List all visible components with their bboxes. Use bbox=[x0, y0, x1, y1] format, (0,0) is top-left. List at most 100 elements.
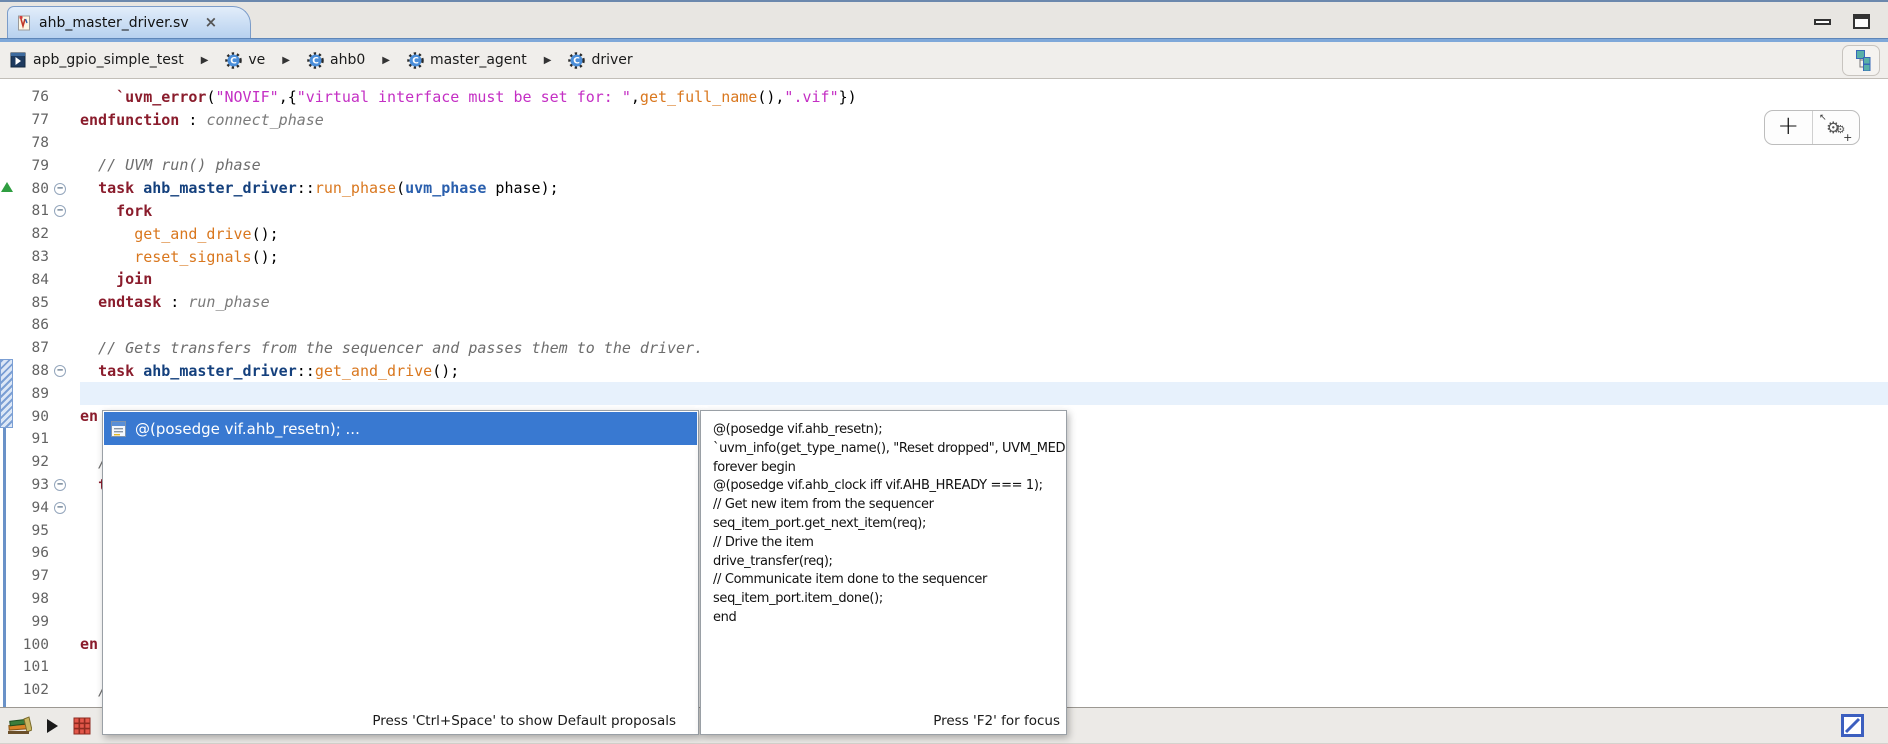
proposal-preview-popup: @(posedge vif.ahb_resetn);`uvm_info(get_… bbox=[700, 410, 1067, 735]
library-icon[interactable] bbox=[8, 716, 32, 736]
annotation-ruler-cell bbox=[0, 679, 12, 702]
annotation-ruler-cell bbox=[0, 291, 12, 314]
annotation-ruler-cell bbox=[0, 109, 12, 132]
line-number: 100 bbox=[12, 637, 54, 653]
breadcrumb-label: ve bbox=[248, 52, 265, 68]
settings-button[interactable]: ↖⚙⚙+ bbox=[1812, 111, 1860, 144]
annotation-ruler-cell bbox=[0, 542, 12, 565]
code-line-76[interactable]: 76 `uvm_error("NOVIF",{"virtual interfac… bbox=[0, 86, 1888, 109]
module-icon bbox=[10, 52, 26, 68]
code-line-86[interactable]: 86 bbox=[0, 314, 1888, 337]
annotation-ruler-cell bbox=[0, 519, 12, 542]
breadcrumb-label: ahb0 bbox=[330, 52, 365, 68]
code-text: get_and_drive(); bbox=[72, 223, 1888, 246]
breadcrumb-separator-icon: ▶ bbox=[201, 55, 209, 66]
add-button[interactable]: + bbox=[1765, 111, 1812, 144]
code-text: fork bbox=[72, 200, 1888, 223]
tab-close-icon[interactable]: × bbox=[205, 15, 218, 30]
fold-ruler-cell: − bbox=[54, 502, 72, 514]
breadcrumb-item-driver[interactable]: Cdriver bbox=[568, 52, 632, 69]
annotation-ruler-cell bbox=[0, 633, 12, 656]
breadcrumb: apb_gpio_simple_test ▶ Cve ▶ Cahb0 ▶ Cmaster_a… bbox=[0, 42, 1888, 79]
code-line-81[interactable]: 81− fork bbox=[0, 200, 1888, 223]
code-line-77[interactable]: 77endfunction : connect_phase bbox=[0, 109, 1888, 132]
line-number: 96 bbox=[12, 545, 54, 561]
code-text: endfunction : connect_phase bbox=[72, 109, 1888, 132]
gears-icon: ↖⚙⚙+ bbox=[1826, 120, 1845, 136]
code-line-84[interactable]: 84 join bbox=[0, 268, 1888, 291]
collapse-icon[interactable]: − bbox=[54, 365, 66, 377]
restore-view-icon[interactable] bbox=[1841, 714, 1864, 737]
line-number: 78 bbox=[12, 135, 54, 151]
line-number: 88 bbox=[12, 363, 54, 379]
annotation-ruler-cell bbox=[0, 496, 12, 519]
line-number: 98 bbox=[12, 591, 54, 607]
line-number: 91 bbox=[12, 431, 54, 447]
range-indicator-line bbox=[3, 428, 6, 707]
code-line-82[interactable]: 82 get_and_drive(); bbox=[0, 223, 1888, 246]
preview-code-line: end bbox=[713, 609, 1066, 628]
code-line-87[interactable]: 87 // Gets transfers from the sequencer … bbox=[0, 337, 1888, 360]
minimize-view-icon[interactable] bbox=[1814, 19, 1831, 25]
collapse-icon[interactable]: − bbox=[54, 479, 66, 491]
svg-text:C: C bbox=[574, 56, 581, 66]
code-text: task ahb_master_driver::run_phase(uvm_ph… bbox=[72, 177, 1888, 200]
line-number: 76 bbox=[12, 89, 54, 105]
annotation-ruler-cell bbox=[0, 314, 12, 337]
fold-ruler-cell: − bbox=[54, 365, 72, 377]
code-line-80[interactable]: 80− task ahb_master_driver::run_phase(uv… bbox=[0, 177, 1888, 200]
coverage-grid-icon[interactable] bbox=[73, 717, 91, 735]
run-icon[interactable] bbox=[47, 719, 58, 733]
breadcrumb-separator-icon: ▶ bbox=[282, 55, 290, 66]
line-number: 82 bbox=[12, 226, 54, 242]
preview-code-line: `uvm_info(get_type_name(), "Reset droppe… bbox=[713, 440, 1066, 459]
plus-icon: + bbox=[1777, 111, 1799, 141]
line-number: 86 bbox=[12, 317, 54, 333]
code-line-88[interactable]: 88− task ahb_master_driver::get_and_driv… bbox=[0, 360, 1888, 383]
breadcrumb-item-ahb0[interactable]: Cahb0 bbox=[307, 52, 365, 69]
occurrence-marker-icon[interactable] bbox=[1, 182, 13, 192]
code-line-89[interactable]: 89 bbox=[0, 382, 1888, 405]
breadcrumb-label: master_agent bbox=[430, 52, 527, 68]
collapse-icon[interactable]: − bbox=[54, 502, 66, 514]
proposal-item-selected[interactable]: @(posedge vif.ahb_resetn); ... bbox=[104, 412, 697, 445]
code-text: `uvm_error("NOVIF",{"virtual interface m… bbox=[72, 86, 1888, 109]
collapse-icon[interactable]: − bbox=[54, 205, 66, 217]
preview-code-line: @(posedge vif.ahb_clock iff vif.AHB_HREA… bbox=[713, 477, 1066, 496]
code-line-85[interactable]: 85 endtask : run_phase bbox=[0, 291, 1888, 314]
line-number: 84 bbox=[12, 272, 54, 288]
preview-code-line: // Get new item from the sequencer bbox=[713, 496, 1066, 515]
line-number: 101 bbox=[12, 659, 54, 675]
svg-text:C: C bbox=[412, 56, 419, 66]
annotation-ruler-cell bbox=[0, 132, 12, 155]
code-line-79[interactable]: 79 // UVM run() phase bbox=[0, 154, 1888, 177]
annotation-ruler-cell bbox=[0, 223, 12, 246]
annotation-ruler-cell bbox=[0, 246, 12, 269]
line-number: 92 bbox=[12, 454, 54, 470]
breadcrumb-item-ve[interactable]: Cve bbox=[225, 52, 265, 69]
breadcrumb-item-master_agent[interactable]: Cmaster_agent bbox=[407, 52, 527, 69]
show-hierarchy-button[interactable] bbox=[1842, 45, 1880, 76]
tab-bar: ahb_master_driver.sv × bbox=[0, 4, 1888, 38]
code-text: reset_signals(); bbox=[72, 246, 1888, 269]
code-line-78[interactable]: 78 bbox=[0, 132, 1888, 155]
maximize-view-icon[interactable] bbox=[1853, 14, 1870, 29]
proposal-label: @(posedge vif.ahb_resetn); ... bbox=[135, 420, 360, 438]
content-assist-popup: @(posedge vif.ahb_resetn); ... Press 'Ct… bbox=[102, 410, 699, 735]
tab-ahb-master-driver[interactable]: ahb_master_driver.sv × bbox=[7, 6, 251, 38]
line-number: 87 bbox=[12, 340, 54, 356]
line-number: 80 bbox=[12, 181, 54, 197]
breadcrumb-item-apb_gpio_simple_test[interactable]: apb_gpio_simple_test bbox=[33, 52, 184, 68]
line-number: 97 bbox=[12, 568, 54, 584]
breadcrumb-separator-icon: ▶ bbox=[544, 55, 552, 66]
annotation-ruler-cell bbox=[0, 656, 12, 679]
collapse-icon[interactable]: − bbox=[54, 183, 66, 195]
line-number: 79 bbox=[12, 158, 54, 174]
preview-code: @(posedge vif.ahb_resetn);`uvm_info(get_… bbox=[713, 421, 1066, 628]
breadcrumb-label: apb_gpio_simple_test bbox=[33, 52, 184, 68]
annotation-ruler-cell bbox=[0, 86, 12, 109]
code-line-83[interactable]: 83 reset_signals(); bbox=[0, 246, 1888, 269]
preview-code-line: drive_transfer(req); bbox=[713, 553, 1066, 572]
fold-ruler-cell: − bbox=[54, 205, 72, 217]
hierarchy-icon bbox=[1852, 50, 1871, 71]
